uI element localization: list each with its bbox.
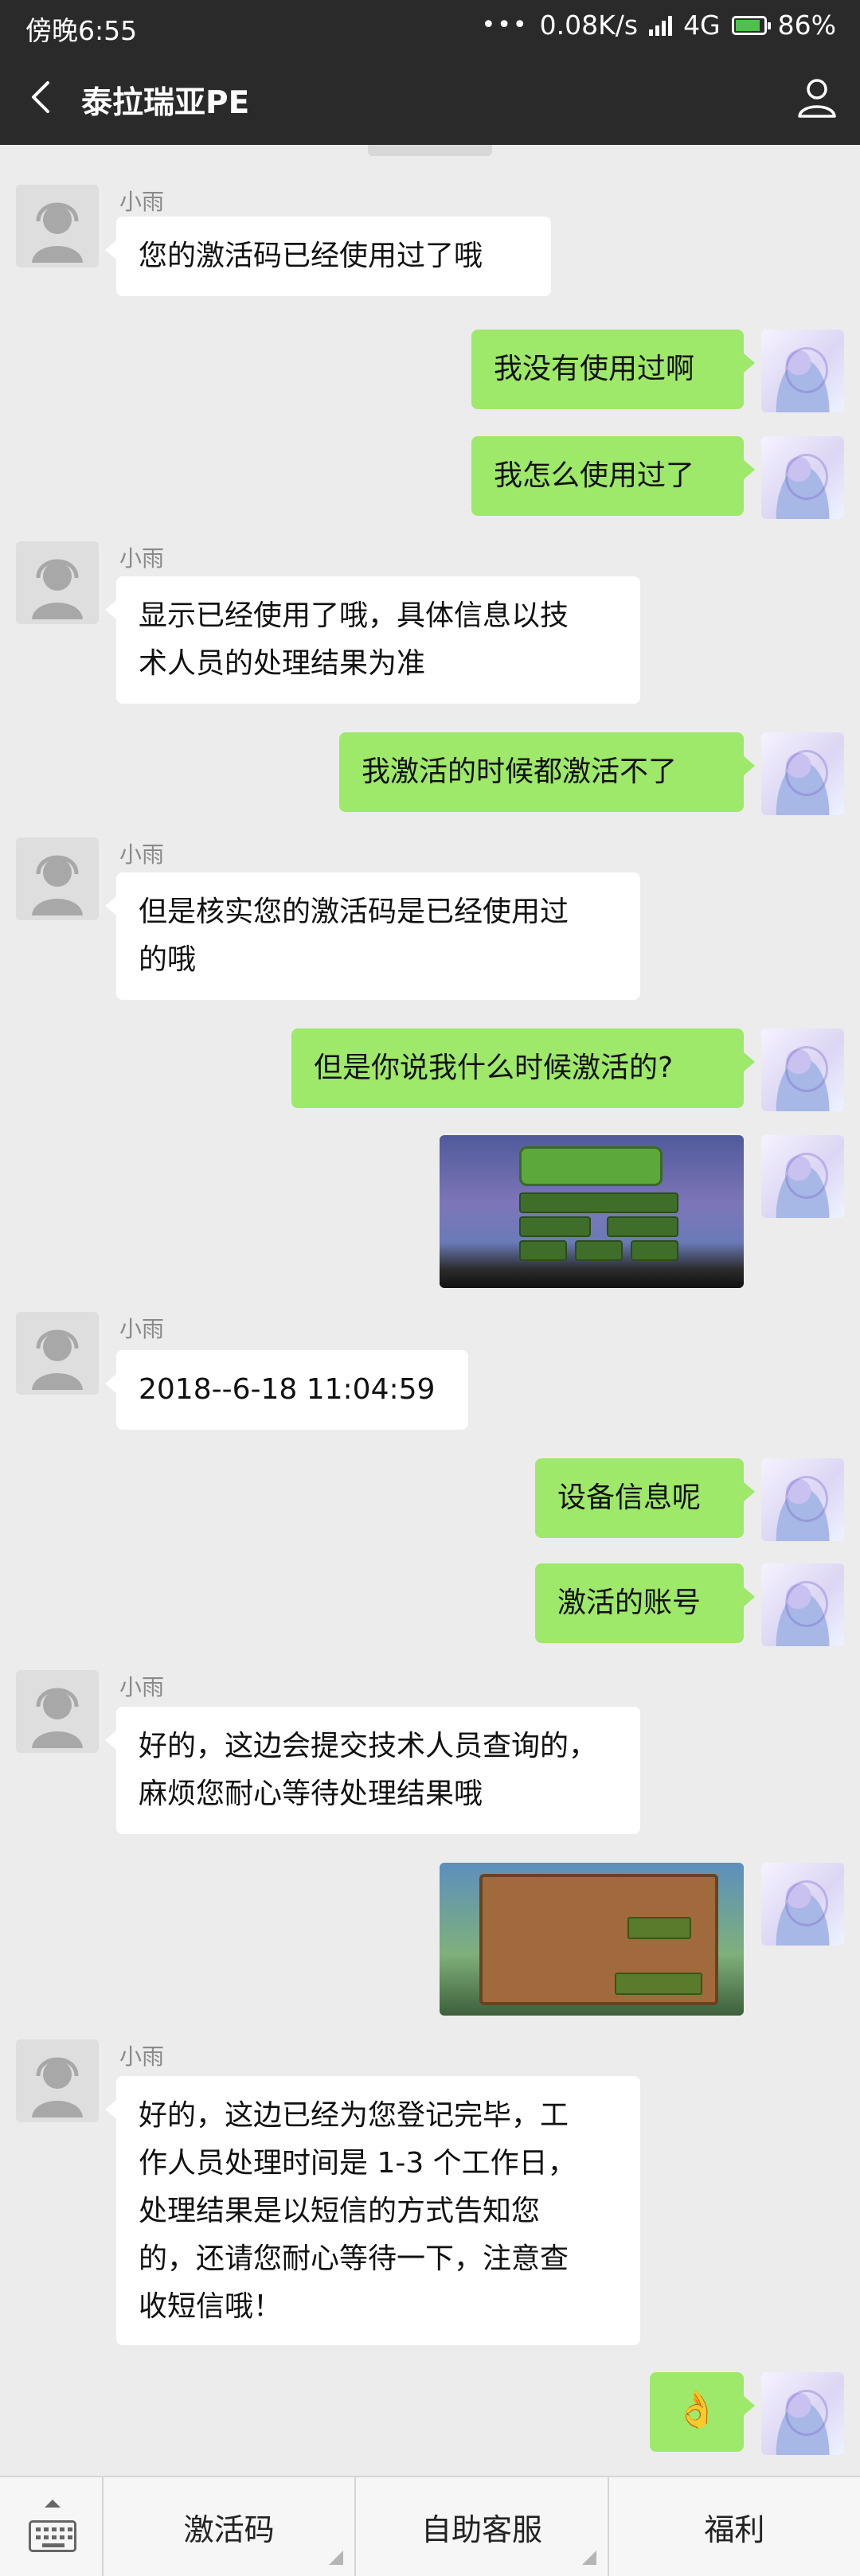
- sender-name: 小雨: [119, 1674, 165, 1700]
- chat-header: 泰拉瑞亚PE: [0, 49, 860, 145]
- headset-icon: [32, 202, 83, 263]
- outgoing-message[interactable]: 设备信息呢: [535, 1458, 755, 1538]
- user-avatar[interactable]: [761, 1028, 844, 1111]
- outgoing-message[interactable]: 激活的账号: [535, 1563, 755, 1643]
- back-button[interactable]: [21, 75, 65, 119]
- game-menu-button: [519, 1216, 591, 1237]
- user-avatar[interactable]: [761, 436, 844, 519]
- incoming-message[interactable]: 但是核实您的激活码是已经使用过 的哦: [105, 872, 640, 1000]
- headset-icon: [32, 1688, 83, 1748]
- user-avatar[interactable]: [761, 1863, 844, 1946]
- incoming-message[interactable]: 好的，这边会提交技术人员查询的， 麻烦您耐心等待处理结果哦: [105, 1707, 640, 1834]
- signal-icon: [649, 15, 673, 36]
- game-menu-button: [631, 1240, 678, 1261]
- game-menu-button: [519, 1192, 678, 1213]
- profile-button[interactable]: [793, 73, 841, 121]
- menu-item-label: 福利: [704, 2512, 765, 2547]
- outgoing-message[interactable]: 我没有使用过啊: [471, 330, 755, 409]
- agent-avatar[interactable]: [16, 1312, 99, 1395]
- headset-icon: [32, 2057, 83, 2117]
- menu-item-label: 自助客服: [420, 2512, 542, 2547]
- image-message[interactable]: [440, 1863, 744, 2016]
- game-menu-button: [575, 1240, 623, 1261]
- outgoing-message[interactable]: 我怎么使用过了: [471, 436, 755, 516]
- keyboard-toggle-button[interactable]: [0, 2477, 104, 2576]
- game-menu-button: [607, 1216, 678, 1237]
- sender-name: 小雨: [119, 1316, 165, 1342]
- menu-item-activation-code[interactable]: 激活码: [104, 2477, 357, 2576]
- status-time: 傍晚6:55: [25, 15, 138, 46]
- chat-title: 泰拉瑞亚PE: [81, 85, 250, 121]
- agent-avatar[interactable]: [16, 541, 99, 624]
- agent-avatar[interactable]: [16, 837, 99, 920]
- user-avatar[interactable]: [761, 1458, 844, 1541]
- user-avatar[interactable]: [761, 1135, 844, 1218]
- person-icon: [798, 79, 836, 118]
- battery-level: 86%: [777, 10, 836, 41]
- bottom-menu-bar: 激活码 自助客服 福利: [0, 2476, 860, 2576]
- menu-item-self-service[interactable]: 自助客服: [356, 2477, 609, 2576]
- image-message[interactable]: [440, 1135, 744, 1288]
- incoming-message[interactable]: 2018--6-18 11:04:59: [105, 1350, 468, 1430]
- user-avatar[interactable]: [761, 1563, 844, 1646]
- keyboard-icon: [29, 2520, 76, 2552]
- incoming-message[interactable]: 显示已经使用了哦，具体信息以技 术人员的处理结果为准: [105, 576, 640, 704]
- agent-avatar[interactable]: [16, 185, 99, 267]
- game-menu-button: [519, 1240, 567, 1261]
- sender-name: 小雨: [119, 841, 165, 868]
- game-logo: [519, 1146, 663, 1186]
- menu-item-label: 激活码: [183, 2512, 275, 2547]
- outgoing-message[interactable]: 👌: [650, 2372, 755, 2452]
- menu-item-benefits[interactable]: 福利: [609, 2477, 860, 2576]
- battery-icon: [731, 15, 771, 35]
- sender-name: 小雨: [119, 545, 165, 572]
- headset-icon: [32, 1329, 83, 1390]
- dialog-panel: [479, 1874, 718, 2005]
- network-type: 4G: [683, 10, 721, 41]
- network-speed: 0.08K/s: [539, 10, 639, 41]
- user-avatar[interactable]: [761, 330, 844, 412]
- outgoing-message[interactable]: 我激活的时候都激活不了: [339, 732, 755, 812]
- agent-avatar[interactable]: [16, 1670, 99, 1753]
- user-avatar[interactable]: [761, 732, 844, 815]
- agent-avatar[interactable]: [16, 2039, 99, 2122]
- headset-icon: [32, 855, 83, 915]
- notification-dots: •••: [481, 11, 529, 39]
- outgoing-message[interactable]: 但是你说我什么时候激活的?: [291, 1028, 755, 1108]
- headset-icon: [32, 559, 83, 619]
- incoming-message[interactable]: 您的激活码已经使用过了哦: [105, 217, 551, 296]
- user-avatar[interactable]: [761, 2372, 844, 2455]
- sender-name: 小雨: [119, 2043, 165, 2070]
- chevron-left-icon: [32, 81, 49, 113]
- chevron-up-icon: [45, 2500, 61, 2508]
- incoming-message[interactable]: 好的，这边已经为您登记完毕，工 作人员处理时间是 1-3 个工作日， 处理结果是…: [105, 2076, 640, 2345]
- chat-area[interactable]: 小雨 您的激活码已经使用过了哦 我没有使用过啊 我怎么使用过了 小雨 显示已经使…: [0, 145, 860, 2476]
- status-bar: 傍晚6:55 ••• 0.08K/s 4G 86%: [0, 0, 860, 49]
- submenu-indicator-icon: [329, 2551, 344, 2565]
- sender-name: 小雨: [119, 189, 165, 215]
- submenu-indicator-icon: [581, 2551, 596, 2565]
